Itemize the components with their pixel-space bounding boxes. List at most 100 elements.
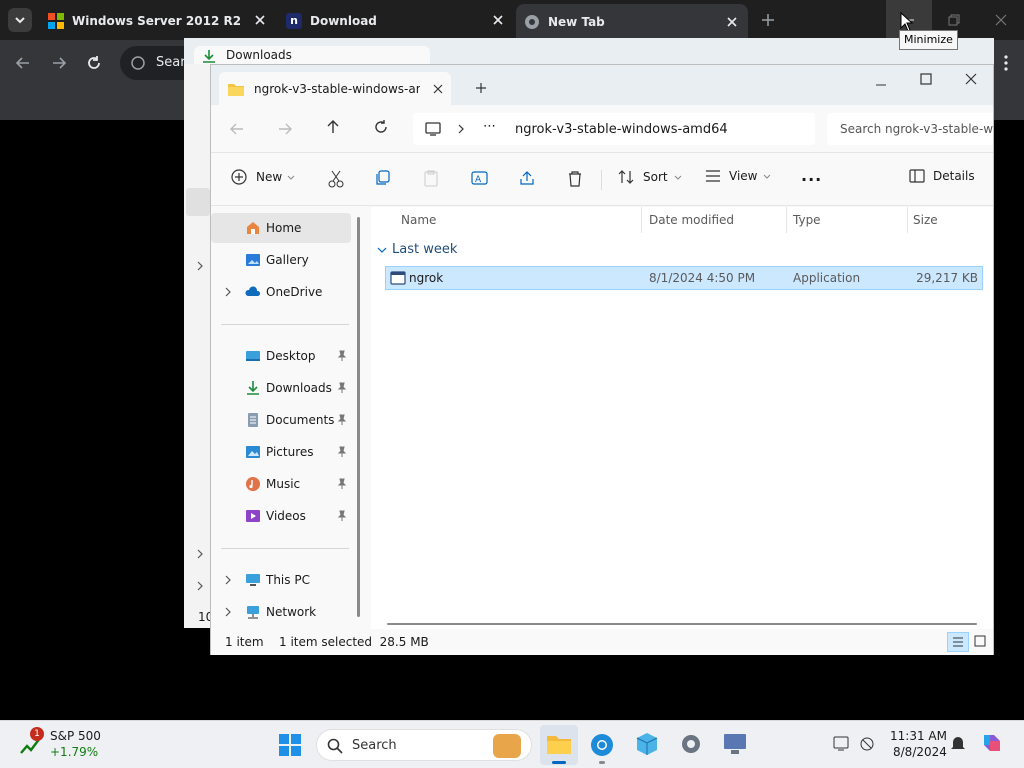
cut-icon[interactable] — [328, 170, 344, 188]
bg-tab[interactable]: Downloads — [194, 46, 430, 64]
device-icon[interactable] — [832, 735, 850, 753]
column-divider[interactable] — [641, 207, 642, 233]
desktop-icon — [246, 351, 260, 361]
breadcrumb-current-folder[interactable]: ngrok-v3-stable-windows-amd64 — [515, 122, 728, 137]
close-tab-icon[interactable] — [724, 14, 740, 30]
column-header-date[interactable]: Date modified — [649, 213, 734, 227]
back-arrow-icon[interactable] — [14, 54, 32, 72]
pin-icon[interactable] — [337, 350, 347, 362]
azure-cubes-icon[interactable] — [634, 731, 660, 757]
rename-icon[interactable]: A — [471, 170, 488, 186]
nav-item-downloads[interactable]: Downloads — [211, 373, 351, 403]
close-tab-icon[interactable] — [490, 12, 506, 28]
nav-label: Pictures — [266, 445, 314, 459]
pin-icon[interactable] — [337, 446, 347, 458]
nav-item-pictures[interactable]: Pictures — [211, 437, 351, 467]
explorer-tab[interactable]: ngrok-v3-stable-windows-amd — [219, 72, 451, 105]
search-box[interactable]: Search ngrok-v3-stable-w — [827, 113, 993, 145]
breadcrumb-ellipsis[interactable]: ⋯ — [483, 119, 496, 134]
omnibox[interactable]: Sear — [120, 46, 186, 80]
new-plus-circle-icon — [231, 169, 247, 185]
nav-item-onedrive[interactable]: OneDrive — [211, 277, 351, 307]
taskbar-search[interactable]: Search — [316, 729, 532, 761]
column-header-name[interactable]: Name — [401, 213, 436, 227]
column-header-type[interactable]: Type — [793, 213, 821, 227]
pin-icon[interactable] — [337, 382, 347, 394]
taskbar-file-explorer[interactable] — [540, 725, 578, 765]
start-windows-icon[interactable] — [278, 733, 302, 757]
nav-item-desktop[interactable]: Desktop — [211, 341, 351, 371]
copilot-icon[interactable] — [980, 731, 1004, 755]
new-button[interactable]: New — [231, 169, 296, 185]
close-window-icon[interactable] — [965, 73, 977, 85]
details-button[interactable]: Details — [909, 169, 975, 183]
sort-button[interactable]: Sort — [617, 169, 683, 185]
taskbar-chrome[interactable] — [586, 725, 618, 765]
notification-bell-icon[interactable] — [950, 735, 966, 753]
maximize-icon[interactable] — [920, 73, 932, 85]
status-bar: 1 item 1 item selected 28.5 MB — [211, 629, 993, 655]
profile-avatar[interactable] — [994, 51, 1018, 75]
up-arrow-icon[interactable] — [325, 119, 341, 135]
nav-label: This PC — [266, 573, 310, 587]
column-header-size[interactable]: Size — [913, 213, 938, 227]
nav-label: Videos — [266, 509, 306, 523]
chrome-globe-icon — [525, 15, 539, 29]
clock-date[interactable]: 8/8/2024 — [893, 745, 947, 759]
forward-arrow-icon[interactable] — [277, 121, 293, 137]
nav-item-gallery[interactable]: Gallery — [211, 245, 351, 275]
nav-item-network[interactable]: Network — [211, 597, 351, 627]
settings-gear-icon[interactable] — [678, 731, 704, 757]
large-icons-view-icon[interactable] — [974, 635, 986, 647]
folder-icon — [228, 83, 244, 96]
paste-icon[interactable] — [423, 170, 439, 187]
nav-item-this-pc[interactable]: This PC — [211, 565, 351, 595]
group-header-last-week[interactable]: Last week — [377, 242, 457, 257]
forward-arrow-icon[interactable] — [50, 54, 68, 72]
close-window-icon[interactable] — [995, 14, 1007, 26]
column-divider[interactable] — [786, 207, 787, 233]
nav-scrollbar[interactable] — [357, 217, 360, 617]
view-button[interactable]: View — [705, 169, 772, 183]
browser-tab-new-tab[interactable]: New Tab — [516, 4, 748, 40]
new-tab-plus-icon[interactable] — [760, 12, 776, 28]
network-status-icon[interactable] — [858, 735, 876, 753]
details-view-button[interactable] — [947, 632, 969, 652]
nav-separator — [221, 324, 349, 325]
address-bar[interactable]: ⋯ ngrok-v3-stable-windows-amd64 — [413, 113, 815, 145]
remote-desktop-icon[interactable] — [722, 731, 748, 757]
clock-time[interactable]: 11:31 AM — [890, 729, 947, 743]
browser-tab-windows-server[interactable]: Windows Server 2012 R2 | Mic — [40, 6, 276, 36]
new-tab-plus-icon[interactable] — [475, 82, 487, 94]
back-arrow-icon[interactable] — [229, 121, 245, 137]
more-options-button[interactable]: ... — [801, 166, 822, 185]
pin-icon[interactable] — [337, 478, 347, 490]
pin-icon[interactable] — [337, 414, 347, 426]
restore-icon[interactable] — [948, 14, 960, 26]
music-icon — [246, 477, 260, 491]
stock-widget[interactable]: 1 S&P 500 +1.79% — [18, 727, 128, 763]
tab-search-button[interactable] — [8, 8, 32, 32]
browser-tab-download[interactable]: n Download — [278, 6, 514, 36]
browser-tab-strip: Windows Server 2012 R2 | Mic n Download … — [0, 0, 1024, 40]
minimize-icon[interactable] — [875, 79, 887, 91]
delete-icon[interactable] — [567, 170, 583, 187]
chevron-down-icon — [674, 175, 681, 180]
chevron-right-icon[interactable] — [223, 606, 233, 618]
close-tab-icon[interactable] — [252, 12, 268, 28]
nav-item-home[interactable]: Home — [211, 213, 351, 243]
nav-item-documents[interactable]: Documents — [211, 405, 351, 435]
pin-icon[interactable] — [337, 510, 347, 522]
close-tab-icon[interactable] — [432, 83, 444, 95]
copy-icon[interactable] — [375, 170, 391, 186]
reload-icon[interactable] — [85, 54, 103, 72]
share-icon[interactable] — [519, 170, 535, 186]
refresh-icon[interactable] — [373, 119, 389, 135]
nav-item-videos[interactable]: Videos — [211, 501, 351, 531]
column-divider[interactable] — [907, 207, 908, 233]
chevron-right-icon[interactable] — [223, 574, 233, 586]
horizontal-scrollbar[interactable] — [387, 623, 977, 625]
chevron-right-icon[interactable] — [223, 286, 233, 298]
nav-item-music[interactable]: Music — [211, 469, 351, 499]
table-row[interactable]: ngrok 8/1/2024 4:50 PM Application 29,21… — [385, 266, 983, 290]
